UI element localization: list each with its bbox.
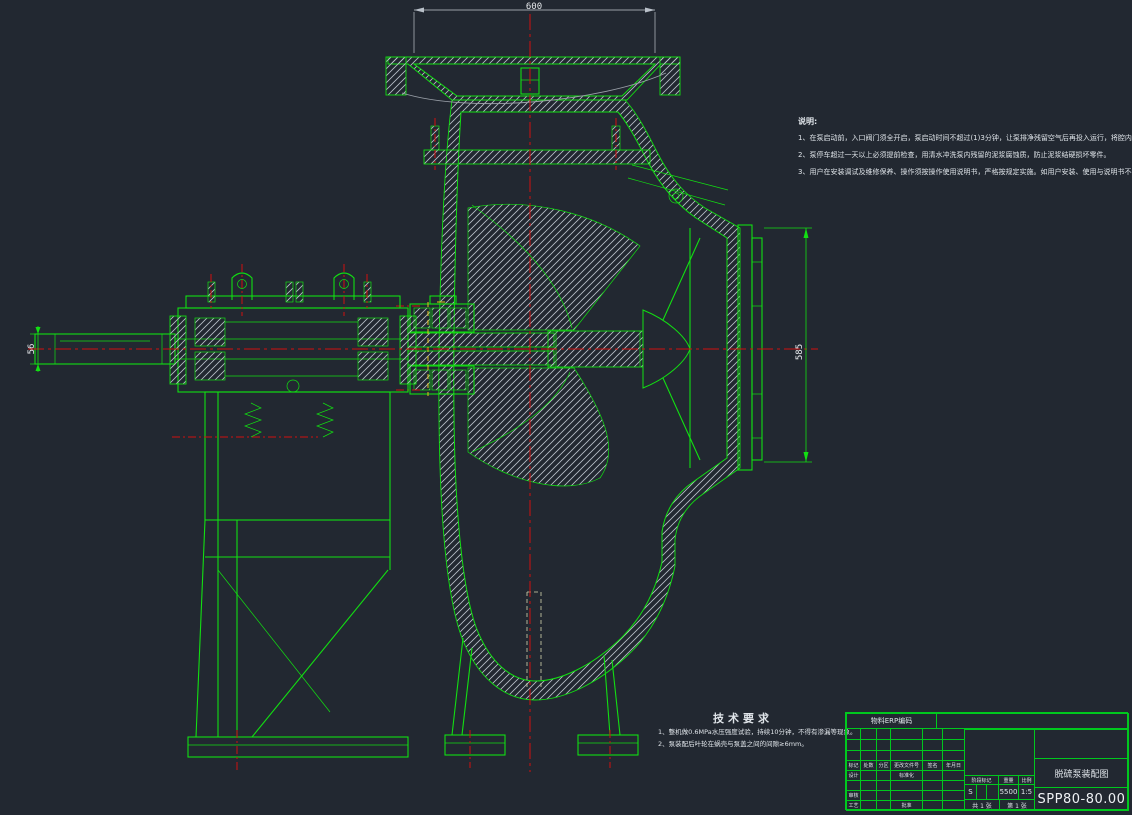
signature-cell xyxy=(891,781,923,791)
sheet-total: 共 1 张 xyxy=(964,799,1000,811)
signature-cell xyxy=(877,771,891,781)
signature-cell xyxy=(923,791,943,801)
weight-value: 5500 xyxy=(998,784,1019,800)
drawing-number: SPP80-80.00 xyxy=(1034,787,1129,811)
revision-cell xyxy=(877,729,891,740)
revision-cell xyxy=(861,751,877,761)
revision-cell xyxy=(861,740,877,751)
signature-cell xyxy=(923,781,943,791)
signature-cell xyxy=(923,771,943,781)
revision-record-grid xyxy=(846,729,965,761)
signature-grid: 标记 处数 分区 更改文件号 签名 年月日 设计 标准化 审核 工艺 xyxy=(846,761,965,811)
scale-value: 1:5 xyxy=(1018,784,1035,800)
signature-cell xyxy=(861,771,877,781)
revision-col-zone: 分区 xyxy=(877,761,891,771)
revision-cell xyxy=(877,740,891,751)
signature-cell xyxy=(861,791,877,801)
notes-title: 说明: xyxy=(798,116,1132,127)
revision-col-date: 年月日 xyxy=(943,761,965,771)
revision-cell xyxy=(847,751,861,761)
revision-col-mark: 标记 xyxy=(847,761,861,771)
tech-requirements-title: 技术要求 xyxy=(658,710,828,726)
signature-cell xyxy=(943,781,965,791)
support-pedestal xyxy=(188,392,408,770)
role-standardization-label: 标准化 xyxy=(891,771,923,781)
suction-flange xyxy=(738,225,762,470)
signature-cell xyxy=(877,801,891,811)
signature-cell xyxy=(877,781,891,791)
dimension-top: 600 xyxy=(414,2,655,53)
revision-cell xyxy=(847,740,861,751)
notes-block: 说明: 1、在泵启动前，入口阀门须全开启，泵启动时间不超过(1)3分钟，让泵排净… xyxy=(798,116,1132,181)
role-process-label: 工艺 xyxy=(847,801,861,811)
signature-cell xyxy=(943,771,965,781)
revision-col-signature: 签名 xyxy=(923,761,943,771)
cad-viewport[interactable]: 600 585 56 说明: 1、在泵启动前，入口阀门须全开启，泵启动时间不超过… xyxy=(0,0,1132,815)
sheet-number: 第 1 张 xyxy=(999,799,1035,811)
erp-code-label: 物料ERP编码 xyxy=(846,713,937,729)
drawing-title: 脱硫泵装配图 xyxy=(1034,758,1129,788)
revision-cell xyxy=(943,751,965,761)
top-inlet-funnel xyxy=(386,57,680,104)
signature-cell xyxy=(847,781,861,791)
revision-cell xyxy=(891,751,923,761)
dimension-right-text: 585 xyxy=(795,344,805,360)
signature-cell xyxy=(861,801,877,811)
revision-col-docno: 更改文件号 xyxy=(891,761,923,771)
signature-cell xyxy=(891,791,923,801)
dimension-left-text: 56 xyxy=(27,344,37,355)
adjusting-springs xyxy=(245,403,333,437)
tech-requirement-2: 2、泵装配后叶轮在蜗壳与泵盖之间的间隙≥6mm。 xyxy=(658,738,856,750)
signature-cell xyxy=(877,791,891,801)
signature-cell xyxy=(923,801,943,811)
role-design-label: 设计 xyxy=(847,771,861,781)
tech-requirements-block: 技术要求 1、整机做0.6MPa水压强度试验，持续10分钟，不得有渗漏等现象。 … xyxy=(658,710,856,750)
signature-cell xyxy=(861,781,877,791)
revision-cell xyxy=(847,729,861,740)
signature-cell xyxy=(943,801,965,811)
revision-cell xyxy=(891,740,923,751)
note-line-2: 2、泵停车超过一天以上必须提前检查，用清水冲洗泵内残留的泥浆腐蚀质，防止泥浆结硬… xyxy=(798,147,1132,164)
dimension-top-text: 600 xyxy=(526,2,542,12)
erp-code-value-cell xyxy=(936,713,1129,729)
revision-cell xyxy=(923,751,943,761)
note-line-3: 3、用户在安装调试及维修保养、操作须按操作使用说明书，严格按规定实施。如用户安装… xyxy=(798,164,1132,181)
signature-cell xyxy=(943,791,965,801)
revision-cell xyxy=(943,729,965,740)
revision-cell xyxy=(877,751,891,761)
role-check-label: 审核 xyxy=(847,791,861,801)
revision-cell xyxy=(923,729,943,740)
revision-cell xyxy=(891,729,923,740)
dimension-right: 585 xyxy=(764,228,812,462)
company-cell xyxy=(1034,729,1129,759)
revision-cell xyxy=(861,729,877,740)
tech-requirement-1: 1、整机做0.6MPa水压强度试验，持续10分钟，不得有渗漏等现象。 xyxy=(658,726,856,738)
material-cell xyxy=(964,729,1035,776)
revision-col-count: 处数 xyxy=(861,761,877,771)
role-approval-label: 批准 xyxy=(891,801,923,811)
revision-cell xyxy=(943,740,965,751)
revision-cell xyxy=(923,740,943,751)
bearing-housing xyxy=(170,264,416,392)
title-block: 物料ERP编码 标记 处数 分区 更改文件号 签名 年月日 设计 标准化 xyxy=(845,712,1128,810)
note-line-1: 1、在泵启动前，入口阀门须全开启，泵启动时间不超过(1)3分钟，让泵排净残留空气… xyxy=(798,130,1132,147)
